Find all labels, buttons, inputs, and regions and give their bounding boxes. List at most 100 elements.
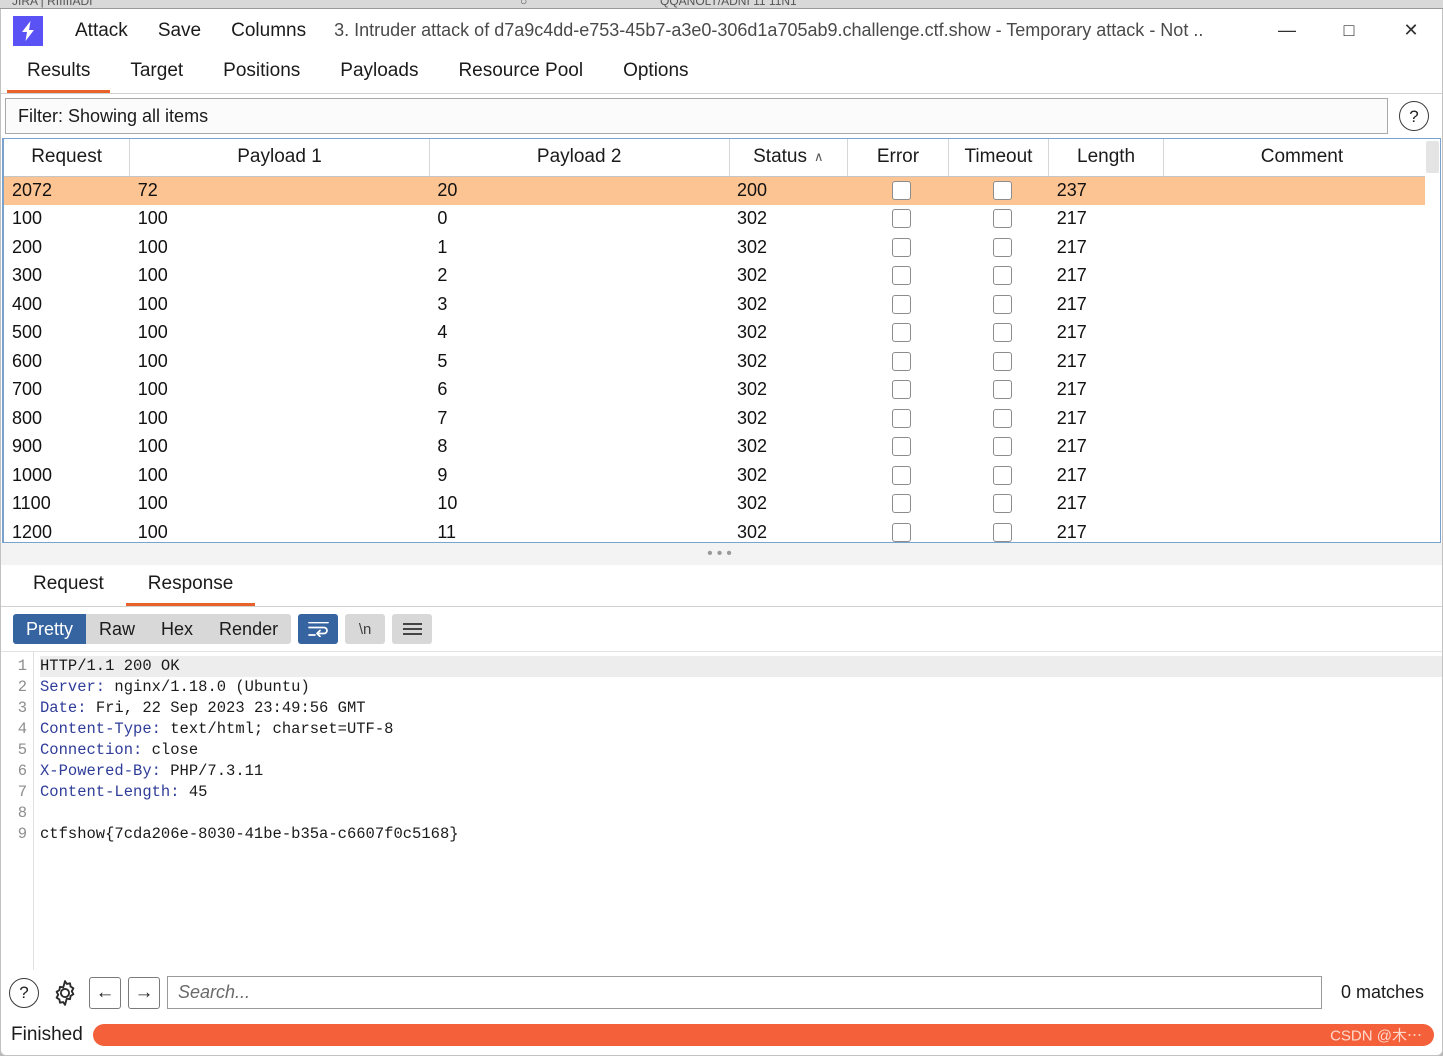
table-row[interactable]: 1100 100 10 302 217 — [4, 490, 1440, 519]
hamburger-menu-icon[interactable] — [392, 614, 433, 644]
cell-error[interactable] — [847, 176, 949, 205]
table-row[interactable]: 600 100 5 302 217 — [4, 347, 1440, 376]
view-hex-button[interactable]: Hex — [148, 614, 207, 644]
search-next-button[interactable]: → — [128, 976, 160, 1009]
cell-timeout[interactable] — [948, 319, 1049, 348]
cell-timeout[interactable] — [948, 347, 1049, 376]
timeout-checkbox[interactable] — [992, 209, 1012, 229]
newline-toggle-button[interactable]: \n — [345, 614, 386, 644]
cell-timeout[interactable] — [948, 176, 1049, 205]
panel-splitter[interactable]: ••• — [1, 543, 1442, 565]
cell-error[interactable] — [848, 461, 949, 490]
timeout-checkbox[interactable] — [992, 323, 1012, 343]
menu-columns[interactable]: Columns — [219, 18, 318, 44]
timeout-checkbox[interactable] — [992, 522, 1012, 542]
view-pretty-button[interactable]: Pretty — [13, 614, 87, 644]
cell-timeout[interactable] — [948, 404, 1049, 433]
tab-results[interactable]: Results — [7, 52, 111, 93]
tab-options[interactable]: Options — [603, 52, 708, 93]
cell-error[interactable] — [848, 319, 949, 348]
table-row[interactable]: 1000 100 9 302 217 — [4, 461, 1440, 490]
search-prev-button[interactable]: ← — [89, 976, 121, 1009]
error-checkbox[interactable] — [892, 323, 912, 343]
cell-timeout[interactable] — [948, 518, 1049, 542]
timeout-checkbox[interactable] — [992, 351, 1012, 371]
search-help-button[interactable]: ? — [7, 976, 41, 1010]
cell-timeout[interactable] — [948, 233, 1049, 262]
timeout-checkbox[interactable] — [992, 237, 1012, 257]
table-row[interactable]: 1200 100 11 302 217 — [4, 518, 1440, 542]
word-wrap-icon[interactable] — [298, 614, 339, 644]
table-row[interactable]: 300 100 2 302 217 — [4, 262, 1440, 291]
table-row[interactable]: 800 100 7 302 217 — [4, 404, 1440, 433]
col-header-comment[interactable]: Comment — [1163, 139, 1440, 177]
cell-timeout[interactable] — [948, 490, 1049, 519]
cell-error[interactable] — [848, 490, 949, 519]
error-checkbox[interactable] — [892, 408, 912, 428]
response-code-area[interactable]: HTTP/1.1 200 OK Server: nginx/1.18.0 (Ubu… — [33, 652, 1442, 970]
error-checkbox[interactable] — [892, 294, 912, 314]
timeout-checkbox[interactable] — [992, 465, 1012, 485]
error-checkbox[interactable] — [892, 266, 912, 286]
tab-payloads[interactable]: Payloads — [320, 52, 438, 93]
close-button[interactable]: ✕ — [1380, 9, 1442, 52]
cell-error[interactable] — [848, 233, 949, 262]
view-raw-button[interactable]: Raw — [86, 614, 149, 644]
table-row[interactable]: 100 100 0 302 217 — [4, 205, 1440, 234]
timeout-checkbox[interactable] — [992, 380, 1012, 400]
cell-timeout[interactable] — [948, 262, 1049, 291]
table-row[interactable]: 500 100 4 302 217 — [4, 319, 1440, 348]
col-header-request[interactable]: Request — [4, 139, 131, 177]
timeout-checkbox[interactable] — [992, 408, 1012, 428]
tab-target[interactable]: Target — [110, 52, 203, 93]
error-checkbox[interactable] — [892, 181, 912, 200]
table-vertical-scrollbar[interactable] — [1425, 139, 1440, 542]
cell-timeout[interactable] — [948, 376, 1049, 405]
cell-error[interactable] — [848, 290, 949, 319]
col-header-length[interactable]: Length — [1048, 139, 1164, 177]
error-checkbox[interactable] — [892, 437, 912, 457]
timeout-checkbox[interactable] — [992, 294, 1012, 314]
timeout-checkbox[interactable] — [992, 266, 1012, 286]
tab-positions[interactable]: Positions — [203, 52, 320, 93]
table-vertical-scroll-thumb[interactable] — [1426, 141, 1439, 173]
cell-error[interactable] — [848, 376, 949, 405]
cell-error[interactable] — [848, 404, 949, 433]
cell-timeout[interactable] — [948, 290, 1049, 319]
table-row[interactable]: 700 100 6 302 217 — [4, 376, 1440, 405]
error-checkbox[interactable] — [892, 494, 912, 514]
error-checkbox[interactable] — [892, 351, 912, 371]
cell-error[interactable] — [848, 205, 949, 234]
menu-save[interactable]: Save — [146, 18, 213, 44]
table-row[interactable]: 200 100 1 302 217 — [4, 233, 1440, 262]
table-row[interactable]: 2072 72 20 200 237 — [4, 176, 1440, 205]
timeout-checkbox[interactable] — [992, 437, 1012, 457]
cell-error[interactable] — [848, 518, 949, 542]
tab-response[interactable]: Response — [125, 565, 256, 606]
table-row[interactable]: 400 100 3 302 217 — [4, 290, 1440, 319]
error-checkbox[interactable] — [892, 522, 912, 542]
tab-resource-pool[interactable]: Resource Pool — [438, 52, 603, 93]
error-checkbox[interactable] — [892, 237, 912, 257]
timeout-checkbox[interactable] — [992, 494, 1012, 514]
col-header-error[interactable]: Error — [847, 139, 949, 177]
menu-attack[interactable]: Attack — [63, 18, 140, 44]
minimize-button[interactable]: — — [1256, 9, 1318, 52]
cell-timeout[interactable] — [948, 205, 1049, 234]
col-header-payload1[interactable]: Payload 1 — [129, 139, 430, 177]
filter-help-button[interactable]: ? — [1396, 98, 1432, 134]
cell-error[interactable] — [848, 262, 949, 291]
maximize-button[interactable]: □ — [1318, 9, 1380, 52]
timeout-checkbox[interactable] — [992, 181, 1012, 200]
response-viewer[interactable]: 123456789 HTTP/1.1 200 OK Server: nginx/1… — [1, 651, 1442, 970]
col-header-timeout[interactable]: Timeout — [948, 139, 1050, 177]
cell-timeout[interactable] — [948, 433, 1049, 462]
search-input[interactable] — [167, 976, 1322, 1009]
cell-error[interactable] — [848, 347, 949, 376]
tab-request[interactable]: Request — [11, 565, 126, 606]
cell-timeout[interactable] — [948, 461, 1049, 490]
error-checkbox[interactable] — [892, 465, 912, 485]
error-checkbox[interactable] — [892, 380, 912, 400]
cell-error[interactable] — [848, 433, 949, 462]
settings-button[interactable] — [48, 976, 82, 1010]
